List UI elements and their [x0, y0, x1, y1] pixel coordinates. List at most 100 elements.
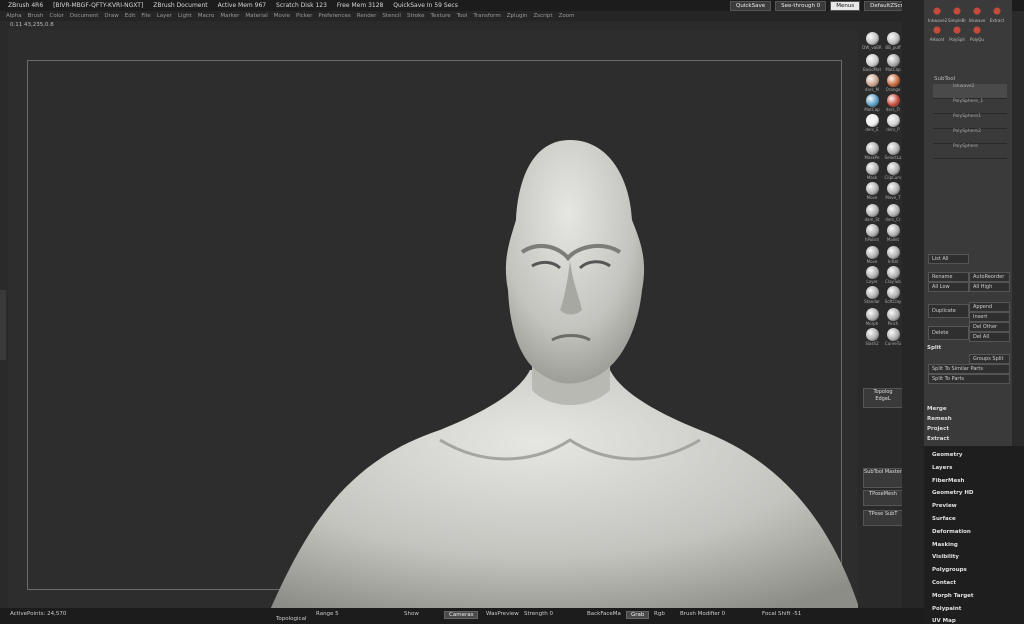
- autoreorder-button[interactable]: AutoReorder: [969, 272, 1010, 282]
- list-all-button[interactable]: List All: [928, 254, 969, 264]
- tool-thumb[interactable]: AHacet: [928, 25, 946, 42]
- tool-thumb[interactable]: Inkwave: [968, 6, 986, 23]
- submenu-deformation[interactable]: Deformation: [932, 529, 971, 535]
- append-button[interactable]: Append: [969, 302, 1010, 312]
- menu-transform[interactable]: Transform: [473, 13, 500, 19]
- grab-button[interactable]: Grab: [626, 611, 650, 619]
- brush-slot[interactable]: MaskPe: [862, 142, 882, 162]
- submenu-layers[interactable]: Layers: [932, 465, 952, 471]
- menu-texture[interactable]: Texture: [431, 13, 451, 19]
- submenu-polygroups[interactable]: Polygroups: [932, 567, 967, 573]
- subtool-item[interactable]: PolySphere1: [933, 114, 1007, 129]
- submenu-fibermesh[interactable]: FiberMesh: [932, 478, 964, 484]
- submenu-masking[interactable]: Masking: [932, 542, 958, 548]
- brush-slot[interactable]: Standar: [862, 286, 882, 306]
- range-slider[interactable]: Range 5: [316, 611, 339, 617]
- tool-thumb[interactable]: PolyQu: [968, 25, 986, 42]
- subtool-item[interactable]: PolySphere_1: [933, 99, 1007, 114]
- subtool-master-button[interactable]: SubTool Master: [863, 468, 903, 488]
- waspreview-toggle[interactable]: WasPreview: [486, 611, 519, 617]
- brush-slot[interactable]: ders_Tr: [883, 94, 903, 114]
- brush-slot[interactable]: Layer: [862, 266, 882, 286]
- topological-toggle[interactable]: Topological: [276, 616, 306, 622]
- edge-loop-button[interactable]: Topolog EdgeL: [863, 388, 903, 408]
- remesh-header[interactable]: Remesh: [927, 416, 952, 422]
- merge-header[interactable]: Merge: [927, 406, 947, 412]
- delete-button[interactable]: Delete: [928, 326, 969, 340]
- cameras-button[interactable]: Cameras: [444, 611, 479, 619]
- see-through-slider[interactable]: See-through 0: [775, 0, 827, 11]
- brush-slot[interactable]: ClayTub: [883, 266, 903, 286]
- menu-marker[interactable]: Marker: [220, 13, 239, 19]
- all-high-button[interactable]: All High: [969, 282, 1010, 292]
- brush-slot[interactable]: MatCap: [883, 54, 903, 74]
- brush-slot[interactable]: ders_E: [862, 114, 882, 134]
- menu-alpha[interactable]: Alpha: [6, 13, 22, 19]
- brush-slot[interactable]: SelectLa: [883, 142, 903, 162]
- menu-brush[interactable]: Brush: [28, 13, 44, 19]
- brush-slot[interactable]: MatCap: [862, 94, 882, 114]
- project-header[interactable]: Project: [927, 426, 949, 432]
- strength-slider[interactable]: Strength 0: [524, 611, 553, 617]
- brush-slot[interactable]: hPolish: [862, 224, 882, 244]
- menu-macro[interactable]: Macro: [198, 13, 215, 19]
- menu-edit[interactable]: Edit: [125, 13, 136, 19]
- brush-slot[interactable]: Inflat: [883, 246, 903, 266]
- submenu-uv-map[interactable]: UV Map: [932, 618, 956, 624]
- menu-file[interactable]: File: [141, 13, 150, 19]
- menu-movie[interactable]: Movie: [274, 13, 290, 19]
- subtool-item[interactable]: PolySphere: [933, 144, 1007, 159]
- menu-zscript[interactable]: Zscript: [533, 13, 552, 19]
- quicksave-button[interactable]: QuickSave: [730, 0, 772, 11]
- del-other-button[interactable]: Del Other: [969, 322, 1010, 332]
- menu-color[interactable]: Color: [50, 13, 64, 19]
- del-all-button[interactable]: Del All: [969, 332, 1010, 342]
- brush-slot[interactable]: ClipCurv: [883, 162, 903, 182]
- submenu-visibility[interactable]: Visibility: [932, 554, 959, 560]
- brush-modifier-slider[interactable]: Brush Modifier 0: [680, 611, 725, 617]
- brush-slot[interactable]: Move_T: [883, 182, 903, 202]
- brush-slot[interactable]: Mallet: [883, 224, 903, 244]
- menu-material[interactable]: Material: [245, 13, 267, 19]
- backface-mask-toggle[interactable]: BackFaceMa: [587, 611, 621, 617]
- submenu-surface[interactable]: Surface: [932, 516, 956, 522]
- duplicate-button[interactable]: Duplicate: [928, 304, 969, 318]
- subtool-item[interactable]: Inkwave2: [933, 84, 1007, 99]
- menu-zoom[interactable]: Zoom: [559, 13, 575, 19]
- brush-slot[interactable]: ders_Cr: [883, 204, 903, 224]
- submenu-polypaint[interactable]: Polypaint: [932, 606, 961, 612]
- submenu-morph-target[interactable]: Morph Target: [932, 593, 974, 599]
- brush-slot[interactable]: BB_puff: [883, 32, 903, 52]
- brush-slot[interactable]: Orange: [883, 74, 903, 94]
- tpose-subt-button[interactable]: TPose SubT: [863, 510, 903, 526]
- brush-slot[interactable]: Move: [862, 246, 882, 266]
- brush-slot[interactable]: Slash2: [862, 328, 882, 348]
- menu-zplugin[interactable]: Zplugin: [507, 13, 528, 19]
- right-tray-handle[interactable]: [902, 0, 924, 624]
- insert-button[interactable]: Insert: [969, 312, 1010, 322]
- left-tray-handle[interactable]: [0, 290, 6, 360]
- brush-slot[interactable]: SoftClay: [883, 286, 903, 306]
- tool-thumb[interactable]: PolySph: [948, 25, 966, 42]
- brush-slot[interactable]: ders_M: [862, 74, 882, 94]
- menu-document[interactable]: Document: [70, 13, 99, 19]
- brush-slot[interactable]: DW_vaBR: [862, 32, 882, 52]
- submenu-geometry-hd[interactable]: Geometry HD: [932, 490, 974, 496]
- groups-split-button[interactable]: Groups Split: [969, 354, 1010, 364]
- menu-light[interactable]: Light: [178, 13, 192, 19]
- menu-stroke[interactable]: Stroke: [407, 13, 425, 19]
- brush-slot[interactable]: CurveTu: [883, 328, 903, 348]
- tool-thumb[interactable]: SimpleBr: [948, 6, 966, 23]
- tool-thumb[interactable]: Inkwave2: [928, 6, 947, 23]
- brush-slot[interactable]: Morph: [862, 308, 882, 328]
- brush-slot[interactable]: dam_St: [862, 204, 882, 224]
- tool-thumb[interactable]: Extract: [988, 6, 1006, 23]
- focal-shift-slider[interactable]: Focal Shift -51: [762, 611, 801, 617]
- sculpt-model[interactable]: [270, 140, 860, 610]
- menu-draw[interactable]: Draw: [104, 13, 118, 19]
- split-parts-button[interactable]: Split To Parts: [928, 374, 1010, 384]
- all-low-button[interactable]: All Low: [928, 282, 969, 292]
- brush-slot[interactable]: Mask: [862, 162, 882, 182]
- split-header[interactable]: Split: [927, 345, 941, 351]
- brush-slot[interactable]: Move: [862, 182, 882, 202]
